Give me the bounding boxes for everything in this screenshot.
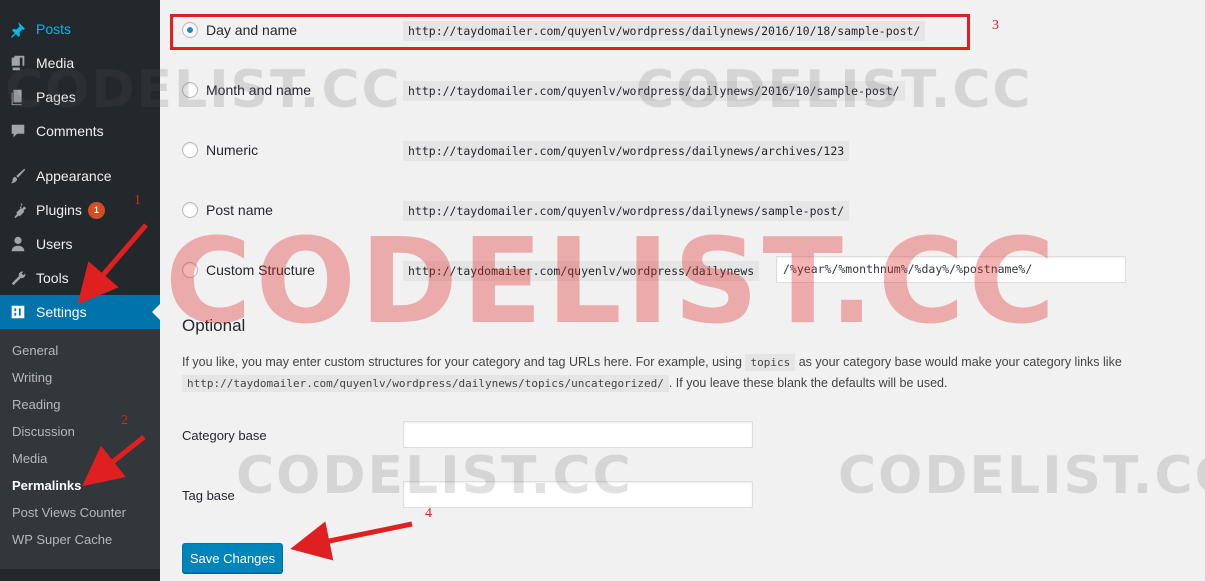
arrow-2 (82, 435, 146, 487)
arrow-1 (77, 223, 148, 305)
annotation-arrows (77, 223, 413, 561)
arrow-4 (290, 521, 413, 561)
